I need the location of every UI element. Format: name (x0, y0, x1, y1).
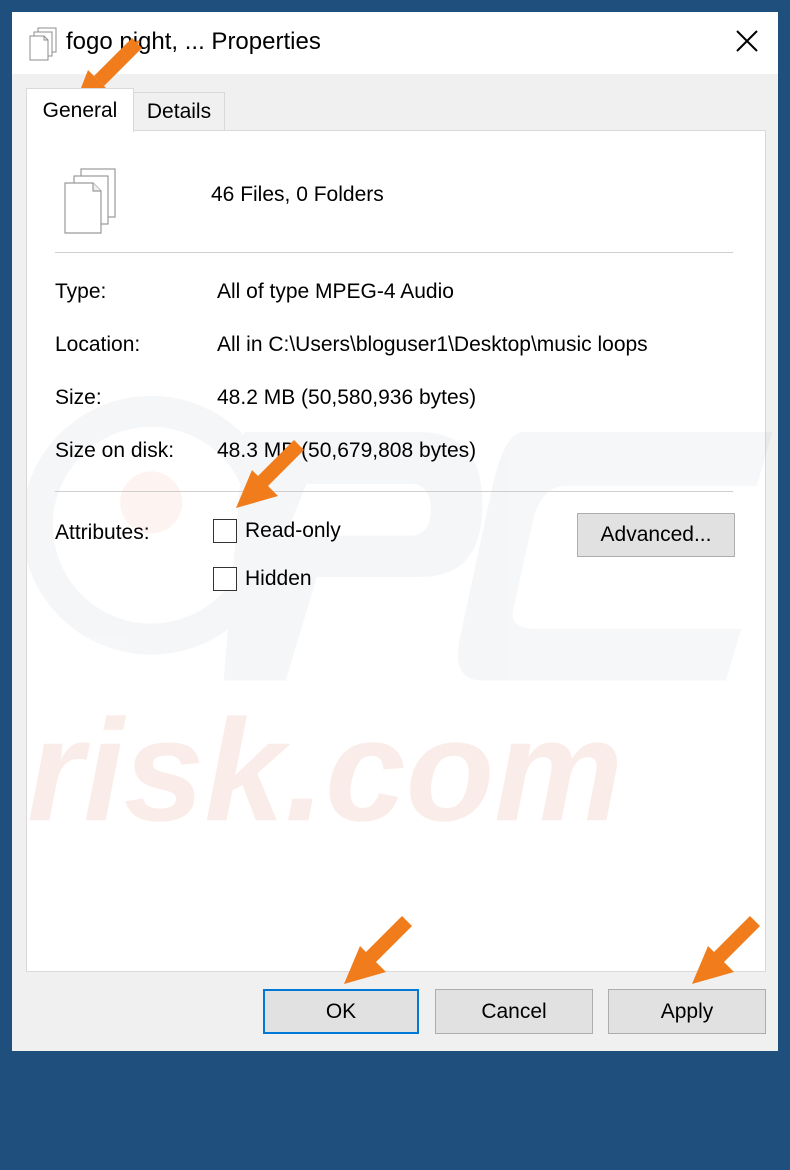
title-bar: fogo night, ... Properties (12, 12, 778, 74)
size-on-disk-label: Size on disk: (55, 439, 175, 462)
selection-summary: 46 Files, 0 Folders (211, 183, 384, 206)
location-label: Location: (55, 333, 141, 356)
hidden-checkbox[interactable] (213, 567, 237, 591)
type-label: Type: (55, 280, 107, 303)
files-stack-icon (61, 167, 119, 237)
divider (55, 491, 733, 492)
apply-button[interactable]: Apply (608, 989, 766, 1034)
hidden-label: Hidden (245, 567, 312, 590)
properties-window: fogo night, ... Properties General Detai… (12, 12, 778, 1051)
close-icon (736, 29, 758, 57)
tab-general[interactable]: General (26, 88, 134, 132)
size-label: Size: (55, 386, 102, 409)
tab-strip: General Details (26, 88, 766, 132)
hidden-option[interactable]: Hidden (213, 567, 312, 591)
read-only-checkbox[interactable] (213, 519, 237, 543)
watermark-text: risk.com (27, 689, 623, 851)
read-only-option[interactable]: Read-only (213, 519, 341, 543)
window-title: fogo night, ... Properties (66, 28, 321, 55)
divider (55, 252, 733, 253)
close-button[interactable] (716, 12, 778, 74)
cancel-button[interactable]: Cancel (435, 989, 593, 1034)
attributes-label: Attributes: (55, 521, 150, 544)
location-value: All in C:\Users\bloguser1\Desktop\music … (217, 333, 648, 356)
tab-details[interactable]: Details (133, 92, 225, 130)
ok-button[interactable]: OK (263, 989, 419, 1034)
advanced-button[interactable]: Advanced... (577, 513, 735, 557)
read-only-label: Read-only (245, 519, 341, 542)
size-value: 48.2 MB (50,580,936 bytes) (217, 386, 477, 409)
size-on-disk-value: 48.3 MB (50,679,808 bytes) (217, 439, 477, 462)
files-stack-icon (28, 26, 62, 62)
type-value: All of type MPEG-4 Audio (217, 280, 454, 303)
general-panel: risk.com 46 Files, 0 Folders Type: All o… (26, 130, 773, 972)
